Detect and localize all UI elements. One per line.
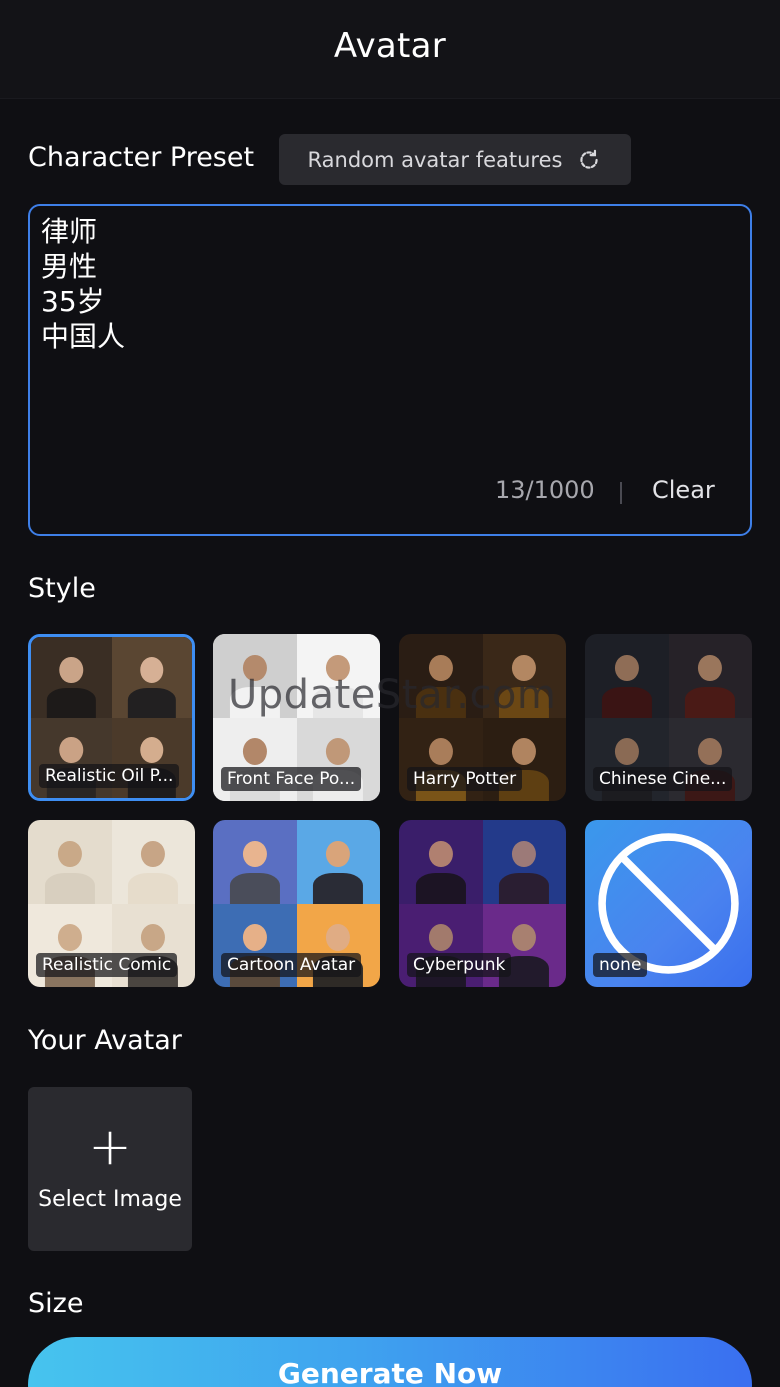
style-label-text: Cyberpunk <box>407 953 512 977</box>
style-tile-none[interactable]: none <box>585 820 752 987</box>
style-thumbnail <box>213 820 297 904</box>
style-label-text: Harry Potter <box>407 767 523 791</box>
size-label: Size <box>28 1288 84 1319</box>
random-avatar-features-button[interactable]: Random avatar features <box>279 134 631 185</box>
style-tile-realistic-comic[interactable]: Realistic Comic <box>28 820 195 987</box>
style-tile-cartoon-avatar[interactable]: Cartoon Avatar <box>213 820 380 987</box>
style-thumbnail <box>296 820 380 904</box>
watermark: UpdateStar.com <box>228 672 557 718</box>
style-label: Style <box>28 573 96 604</box>
style-thumbnail <box>31 637 112 718</box>
clear-button[interactable]: Clear <box>652 476 715 504</box>
style-tile-realistic-oil-painting[interactable]: Realistic Oil P... <box>28 634 195 801</box>
character-counter: 13/1000 <box>495 476 595 504</box>
style-label-text: Chinese Cine... <box>593 767 733 791</box>
random-avatar-features-label: Random avatar features <box>307 147 563 172</box>
style-thumbnail <box>111 820 195 904</box>
style-thumbnail <box>28 820 112 904</box>
character-preset-textarea[interactable]: 律师 男性 35岁 中国人 13/1000 Clear <box>28 204 752 536</box>
plus-icon: + <box>88 1116 132 1177</box>
style-thumbnail <box>111 637 192 718</box>
style-thumbnail <box>668 634 752 718</box>
select-image-button[interactable]: + Select Image <box>28 1087 192 1251</box>
character-preset-text[interactable]: 律师 男性 35岁 中国人 <box>41 214 125 354</box>
refresh-icon <box>580 149 599 169</box>
style-label-text: Realistic Comic <box>36 953 178 977</box>
top-bar: Avatar <box>0 0 780 98</box>
style-thumbnail <box>482 820 566 904</box>
style-label-text: Front Face Po... <box>221 767 362 791</box>
counter-divider <box>620 482 622 504</box>
generate-now-label: Generate Now <box>277 1357 503 1387</box>
page-title: Avatar <box>333 26 447 66</box>
style-label-text: Realistic Oil P... <box>39 764 180 788</box>
style-thumbnail <box>585 634 669 718</box>
generate-now-button[interactable]: Generate Now <box>28 1337 752 1387</box>
select-image-label: Select Image <box>38 1186 182 1212</box>
style-label-text: none <box>593 953 648 977</box>
style-label-text: Cartoon Avatar <box>221 953 362 977</box>
character-preset-label: Character Preset <box>28 142 255 173</box>
your-avatar-label: Your Avatar <box>28 1025 182 1056</box>
style-tile-chinese-cinematic[interactable]: Chinese Cine... <box>585 634 752 801</box>
style-tile-cyberpunk[interactable]: Cyberpunk <box>399 820 566 987</box>
style-thumbnail <box>399 820 483 904</box>
